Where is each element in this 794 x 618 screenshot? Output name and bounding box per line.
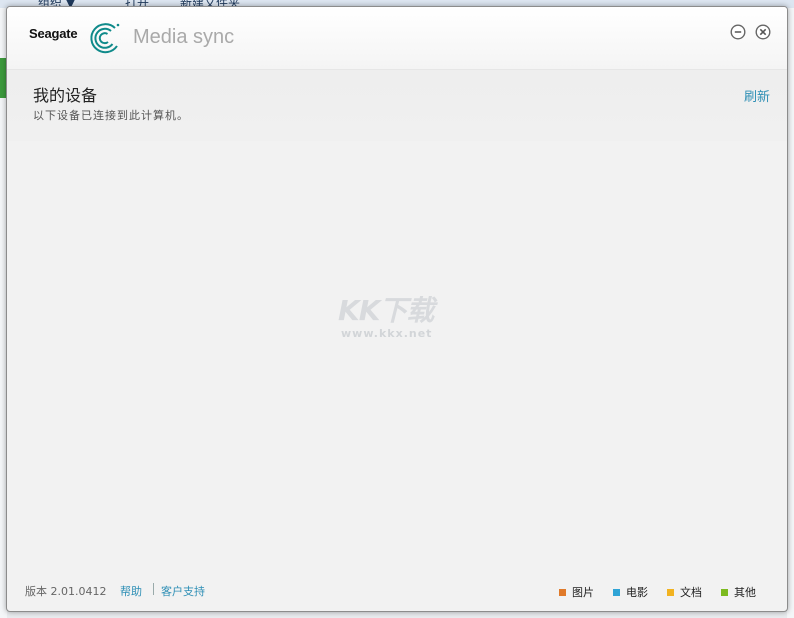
seagate-logo-icon xyxy=(90,23,120,54)
documents-swatch-icon xyxy=(667,588,674,596)
close-icon[interactable] xyxy=(755,24,771,40)
pictures-swatch-icon xyxy=(559,588,566,596)
watermark-url: www.kkx.net xyxy=(341,327,433,340)
title-bar[interactable]: Seagate Media sync xyxy=(7,7,787,69)
legend-other-label: 其他 xyxy=(734,586,756,599)
page-subtitle: 以下设备已连接到此计算机。 xyxy=(33,109,189,122)
other-swatch-icon xyxy=(721,588,728,596)
app-title: Media sync xyxy=(133,26,235,48)
page-title: 我的设备 xyxy=(33,86,98,105)
media-sync-window: Seagate Media sync 我的设备 以下设备已连接到此计算机。 刷新… xyxy=(6,6,788,612)
watermark-logo-text: KK下载 xyxy=(338,294,434,327)
version-label: 版本 2.01.0412 xyxy=(25,585,107,598)
device-list-area xyxy=(7,141,787,571)
footer-divider xyxy=(153,583,154,595)
legend-documents-label: 文档 xyxy=(680,586,702,599)
legend-pictures: 图片 xyxy=(559,584,594,600)
help-link[interactable]: 帮助 xyxy=(120,583,142,599)
movies-swatch-icon xyxy=(613,588,620,596)
legend-pictures-label: 图片 xyxy=(572,586,594,599)
site-watermark: KK下载 www.kkx.net xyxy=(337,287,467,347)
refresh-link[interactable]: 刷新 xyxy=(744,86,770,105)
legend-documents: 文档 xyxy=(667,584,702,600)
legend-movies-label: 电影 xyxy=(626,586,648,599)
minimize-icon[interactable] xyxy=(730,24,746,40)
legend-other: 其他 xyxy=(721,584,756,600)
customer-support-link[interactable]: 客户支持 xyxy=(161,583,205,599)
footer: 版本 2.01.0412 帮助 客户支持 图片 电影 文档 其他 xyxy=(7,571,787,611)
legend-movies: 电影 xyxy=(613,584,648,600)
background-right-pane xyxy=(787,8,794,618)
seagate-brand-text: Seagate xyxy=(29,26,78,41)
devices-header: 我的设备 以下设备已连接到此计算机。 刷新 xyxy=(7,69,787,142)
